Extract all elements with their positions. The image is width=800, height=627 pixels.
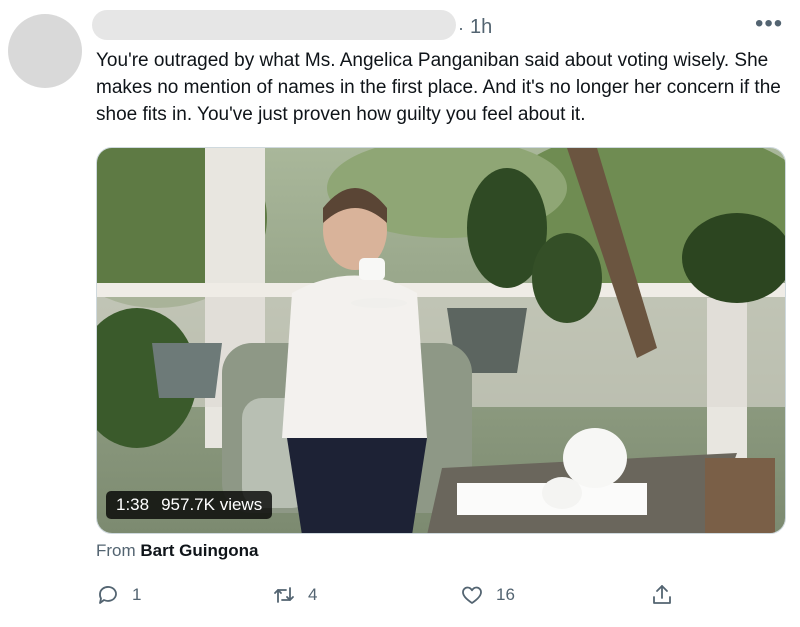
video-info-badge: 1:38 957.7K views (106, 491, 273, 519)
share-button[interactable] (650, 582, 674, 608)
video-player[interactable] (96, 147, 786, 534)
video-duration: 1:38 (116, 495, 150, 514)
tweet-text: You're outraged by what Ms. Angelica Pan… (96, 50, 781, 125)
avatar[interactable] (8, 14, 82, 88)
source-author-link[interactable]: Bart Guingona (140, 541, 258, 560)
video-views: 957.7K views (161, 495, 263, 514)
video-source: From Bart Guingona (96, 540, 258, 562)
header-separator: · (458, 18, 464, 38)
more-options-icon[interactable]: ••• (755, 12, 783, 36)
timestamp[interactable]: 1h (470, 15, 492, 39)
retweet-count: 4 (308, 585, 318, 604)
redacted-username[interactable] (92, 10, 456, 40)
reply-button[interactable]: 1 (96, 582, 141, 608)
heart-icon (462, 586, 482, 604)
like-button[interactable]: 16 (460, 582, 515, 608)
like-count: 16 (496, 585, 515, 604)
reply-count: 1 (132, 585, 142, 604)
reply-icon (99, 586, 117, 604)
share-icon (653, 585, 671, 604)
retweet-icon (274, 587, 294, 603)
source-prefix: From (96, 541, 136, 560)
retweet-button[interactable]: 4 (272, 582, 317, 608)
video-thumbnail (97, 148, 785, 533)
